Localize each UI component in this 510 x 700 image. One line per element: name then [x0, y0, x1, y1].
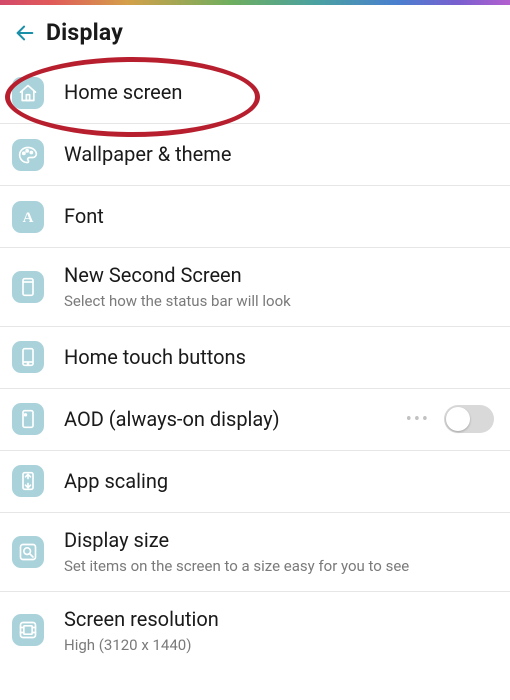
- row-screen-resolution[interactable]: Screen resolution High (3120 x 1440): [0, 592, 510, 670]
- row-home-touch-buttons[interactable]: Home touch buttons: [0, 327, 510, 389]
- row-label: Screen resolution: [64, 607, 494, 632]
- palette-icon: [12, 139, 44, 171]
- phone-top-icon: [12, 271, 44, 303]
- row-sublabel: Select how the status bar will look: [64, 292, 494, 311]
- row-label: AOD (always-on display): [64, 407, 406, 432]
- row-aod[interactable]: AOD (always-on display) •••: [0, 389, 510, 451]
- magnify-icon: [12, 536, 44, 568]
- row-label: App scaling: [64, 469, 494, 494]
- aod-toggle[interactable]: [444, 405, 494, 433]
- header: Display: [0, 5, 510, 62]
- row-home-screen[interactable]: Home screen: [0, 62, 510, 124]
- more-icon[interactable]: •••: [406, 409, 430, 430]
- settings-list: Home screen Wallpaper & theme A Font New…: [0, 62, 510, 669]
- row-wallpaper-theme[interactable]: Wallpaper & theme: [0, 124, 510, 186]
- row-second-screen[interactable]: New Second Screen Select how the status …: [0, 248, 510, 327]
- row-font[interactable]: A Font: [0, 186, 510, 248]
- row-label: Home touch buttons: [64, 345, 494, 370]
- back-button[interactable]: [14, 22, 36, 44]
- phone-bottom-icon: [12, 341, 44, 373]
- row-label: Display size: [64, 528, 494, 553]
- page-title: Display: [46, 19, 123, 46]
- row-sublabel: Set items on the screen to a size easy f…: [64, 557, 494, 576]
- scaling-icon: [12, 465, 44, 497]
- row-label: Wallpaper & theme: [64, 142, 494, 167]
- home-icon: [12, 77, 44, 109]
- row-sublabel: High (3120 x 1440): [64, 636, 494, 655]
- row-label: New Second Screen: [64, 263, 494, 288]
- row-display-size[interactable]: Display size Set items on the screen to …: [0, 513, 510, 592]
- resolution-icon: [12, 614, 44, 646]
- row-label: Home screen: [64, 80, 494, 105]
- row-label: Font: [64, 204, 494, 229]
- svg-text:A: A: [23, 210, 34, 226]
- arrow-left-icon: [14, 22, 36, 44]
- phone-dot-icon: [12, 403, 44, 435]
- row-app-scaling[interactable]: App scaling: [0, 451, 510, 513]
- font-icon: A: [12, 201, 44, 233]
